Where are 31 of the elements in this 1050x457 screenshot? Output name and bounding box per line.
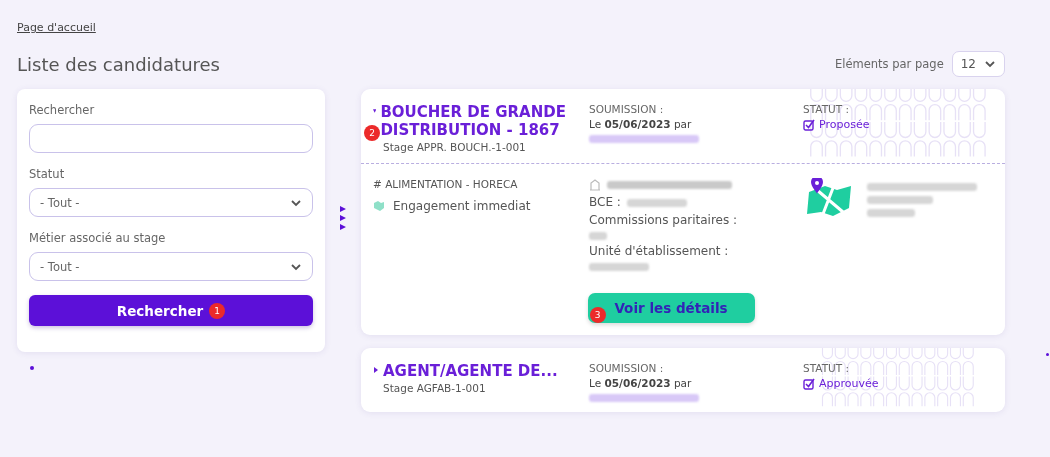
sector-tag: # ALIMENTATION - HORECA	[373, 178, 589, 190]
page-title: Liste des candidatures	[17, 53, 220, 75]
field-label: Commissions paritaires :	[589, 213, 739, 227]
internship-code: Stage AGFAB-1-001	[383, 382, 487, 394]
status-label: STATUT :	[803, 362, 851, 374]
submission-text: Le 05/06/2023 par	[589, 377, 693, 389]
details-button[interactable]: 3 Voir les détails	[587, 293, 755, 323]
number-badge: 1	[209, 302, 226, 319]
job-title-link[interactable]: AGENT/AGENTE DE...	[383, 362, 558, 380]
status-label: STATUT :	[803, 103, 851, 115]
status-text: Proposée	[819, 118, 870, 131]
bce-label: BCE :	[589, 195, 621, 209]
search-button[interactable]: Rechercher 1	[29, 295, 313, 326]
submission-label: SOUMISSION :	[589, 103, 665, 115]
field-label: Rechercher	[29, 103, 96, 117]
number-badge: 2	[364, 125, 380, 141]
submission-text: Le 05/06/2023 par	[589, 118, 693, 130]
engagement-text: Engagement immediat	[393, 199, 531, 213]
number-badge: 3	[589, 307, 606, 323]
internship-code: Stage APPR. BOUCH.-1-001	[383, 141, 527, 153]
breadcrumb-link[interactable]: Page d'accueil	[17, 21, 96, 34]
dropdown[interactable]: - Tout -	[29, 188, 313, 217]
job-title-link[interactable]: BOUCHER DE GRANDE DISTRIBUTION - 1867	[380, 103, 589, 139]
submission-label: SOUMISSION :	[589, 362, 665, 374]
field-label: Métier associé au stage	[29, 231, 167, 245]
field-label: Unité d'établissement :	[589, 244, 730, 258]
field-label: Statut	[29, 167, 66, 181]
status-text: Approuvée	[819, 377, 879, 390]
page-size-select[interactable]: 12	[951, 51, 1005, 77]
dropdown[interactable]: - Tout -	[29, 252, 313, 281]
page-size-label: Eléments par page	[835, 57, 944, 71]
